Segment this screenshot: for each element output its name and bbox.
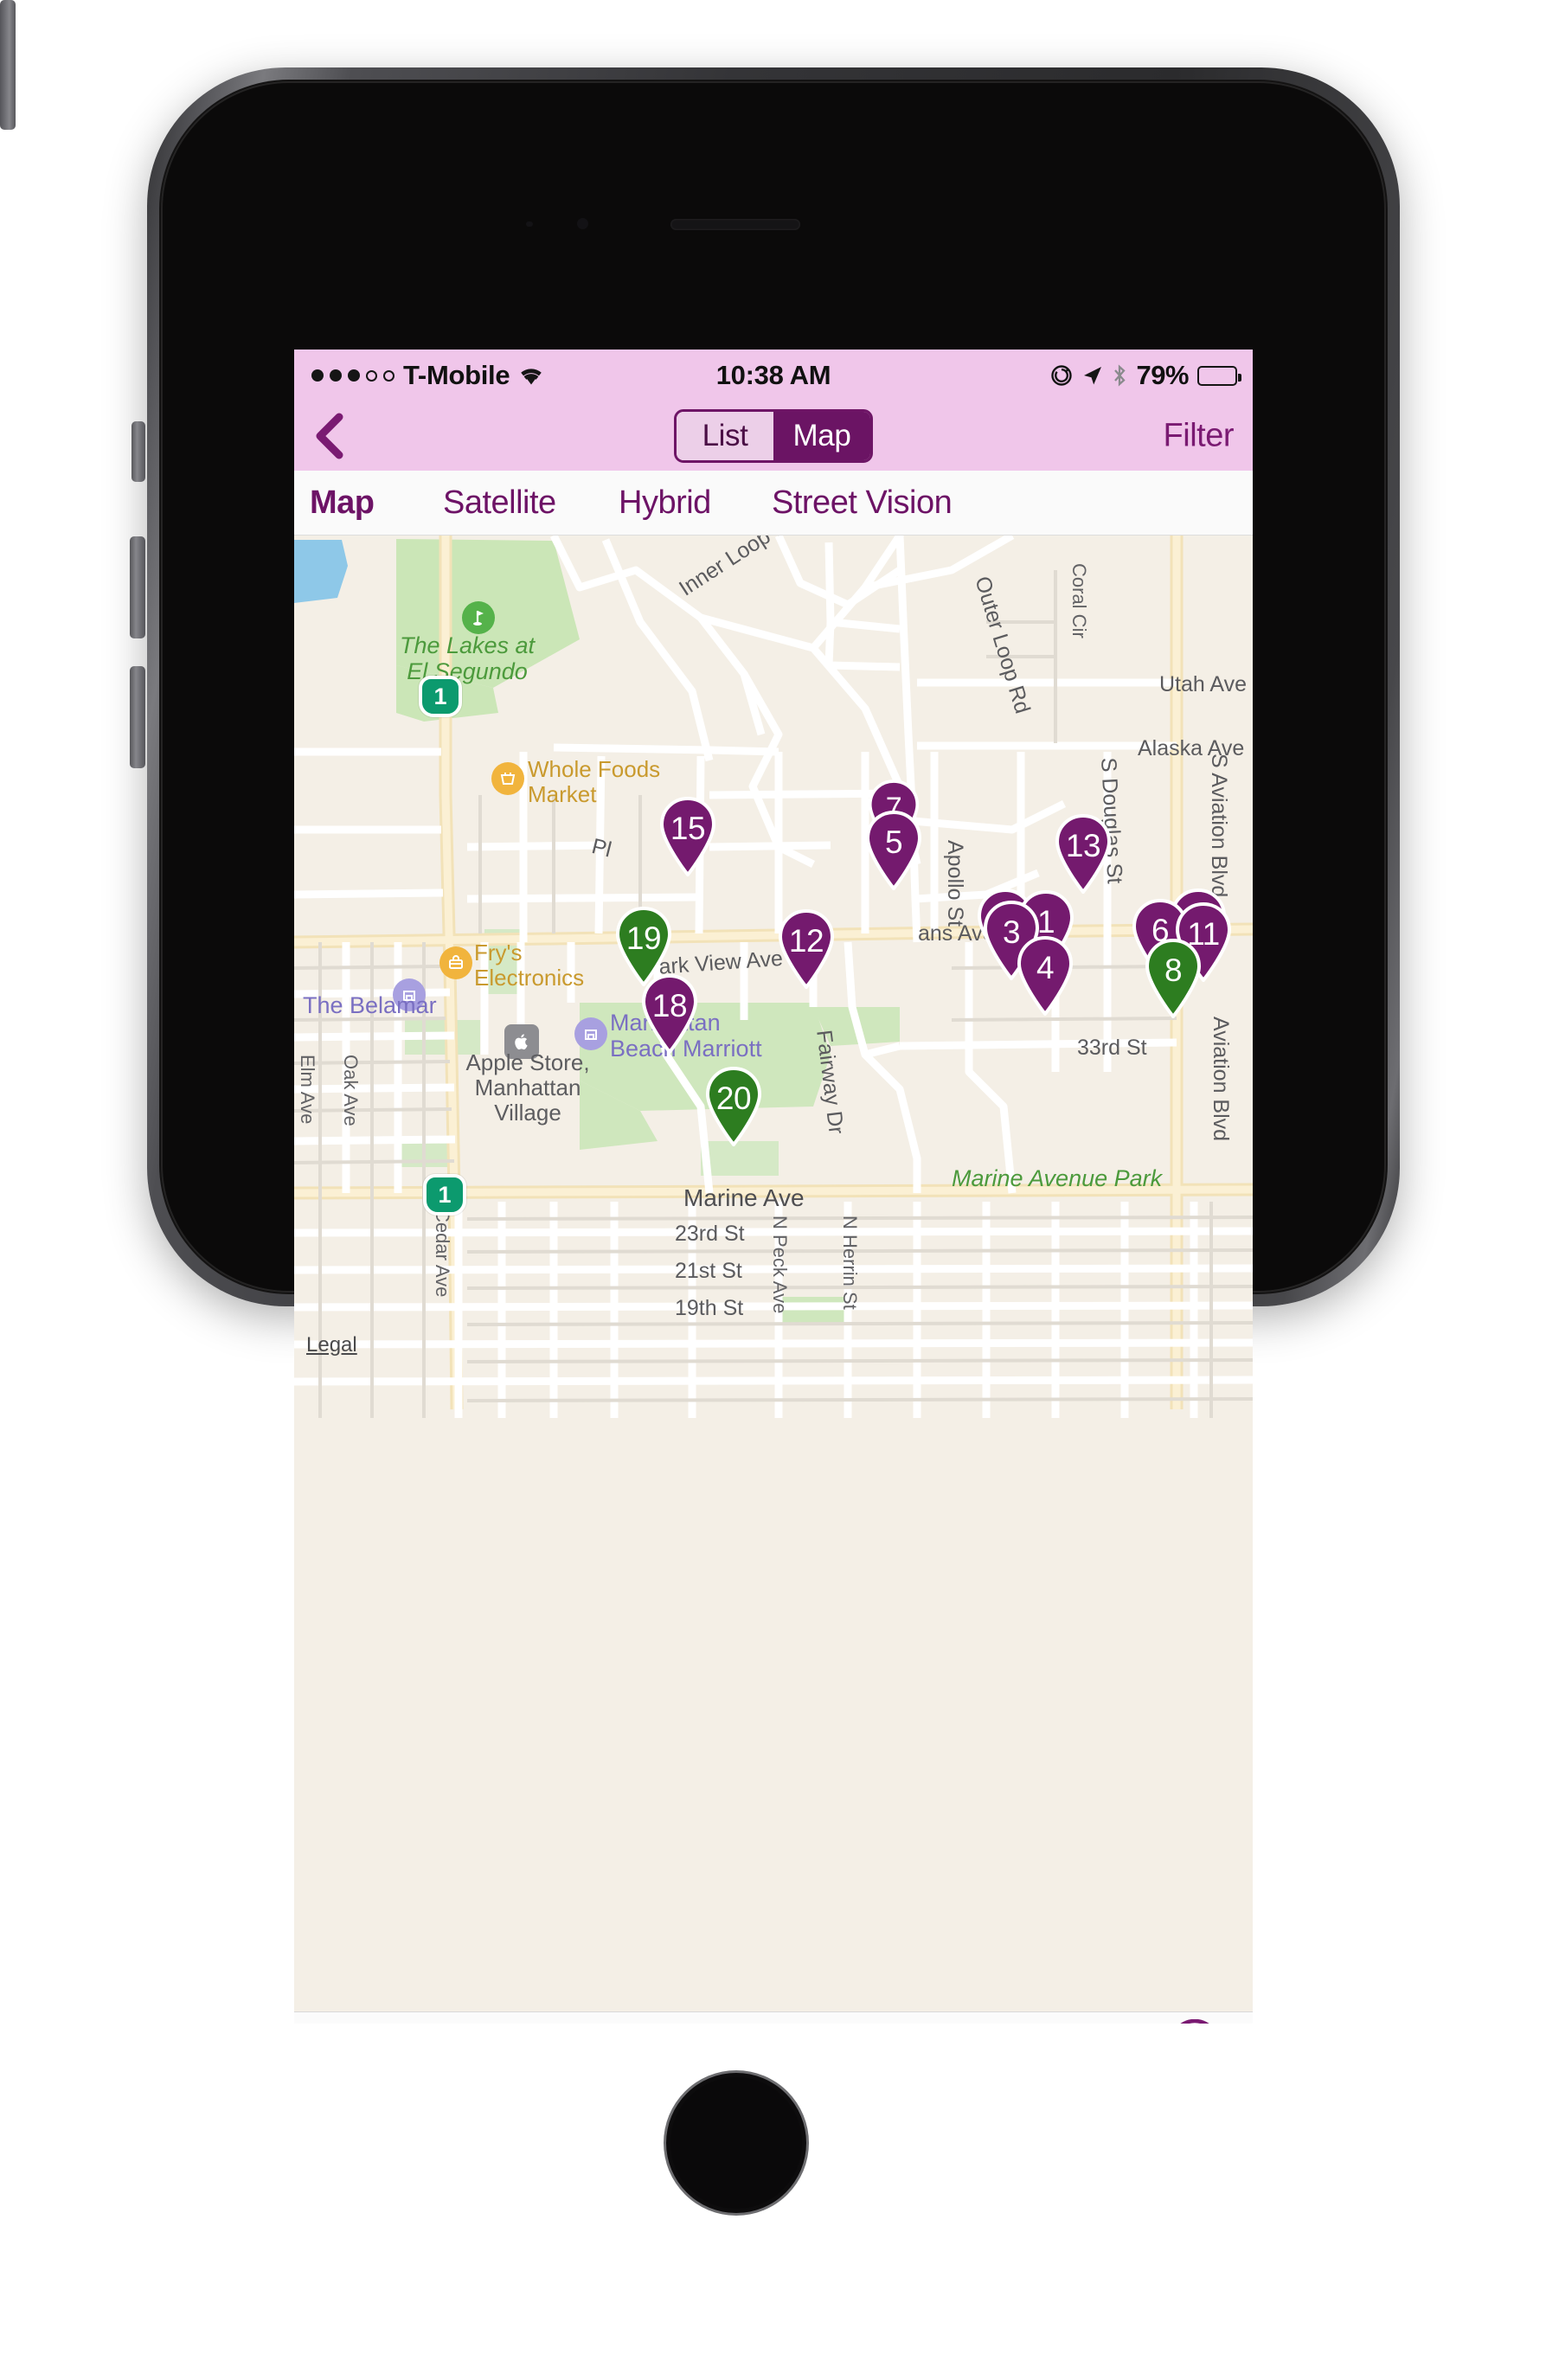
earpiece-speaker xyxy=(670,219,800,230)
hotel-icon xyxy=(393,978,426,1011)
power-button[interactable] xyxy=(0,0,16,130)
filter-button[interactable]: Filter xyxy=(1164,418,1235,455)
view-mode-segmented-control[interactable]: List Map xyxy=(674,409,873,463)
location-arrow-icon xyxy=(1081,365,1103,387)
pin-label: 15 xyxy=(670,811,706,846)
proximity-sensor-icon xyxy=(526,221,533,227)
map-pin[interactable]: 4 xyxy=(1017,936,1074,1016)
tab-satellite[interactable]: Satellite xyxy=(443,484,556,522)
hotel-icon xyxy=(574,1017,607,1050)
golf-icon xyxy=(462,601,495,634)
segment-list[interactable]: List xyxy=(677,412,773,460)
legal-link[interactable]: Legal xyxy=(306,1333,357,1357)
map-base-layer xyxy=(294,536,1253,2011)
bottom-search-bar xyxy=(294,2011,1253,2024)
apple-icon xyxy=(504,1024,539,1059)
map-pin[interactable]: 20 xyxy=(705,1067,762,1146)
pin-label: 18 xyxy=(651,988,688,1023)
map-canvas[interactable]: Inner Loop Rd Outer Loop Rd Coral Cir Ut… xyxy=(294,536,1253,2011)
pin-label: 12 xyxy=(788,923,824,959)
map-pin[interactable]: 8 xyxy=(1145,939,1202,1018)
map-pin[interactable]: 15 xyxy=(659,797,716,876)
user-avatar-icon[interactable] xyxy=(1166,2018,1223,2024)
pin-label: 19 xyxy=(625,921,662,956)
phone-screen: T-Mobile 10:38 AM 79% List Map Filter Ma… xyxy=(294,350,1253,2024)
map-pin[interactable]: 18 xyxy=(641,974,698,1054)
status-bar-right: 79% xyxy=(1050,360,1241,391)
map-type-tabs: Map Satellite Hybrid Street Vision xyxy=(294,471,1253,536)
status-bar: T-Mobile 10:38 AM 79% xyxy=(294,350,1253,401)
battery-percentage: 79% xyxy=(1136,360,1189,390)
mute-switch-button[interactable] xyxy=(132,421,145,482)
segment-map[interactable]: Map xyxy=(773,412,870,460)
tab-map[interactable]: Map xyxy=(310,484,375,522)
home-button-inner[interactable] xyxy=(670,2077,802,2209)
navigation-bar: List Map Filter xyxy=(294,401,1253,471)
tab-street-vision[interactable]: Street Vision xyxy=(772,484,953,522)
pin-label: 20 xyxy=(715,1081,752,1116)
front-camera-icon xyxy=(577,218,588,229)
back-button[interactable] xyxy=(310,412,350,460)
map-pin[interactable]: 13 xyxy=(1055,814,1112,894)
pin-label: 8 xyxy=(1164,953,1183,988)
grocery-icon xyxy=(491,762,524,795)
map-pin[interactable]: 12 xyxy=(778,909,835,989)
screenshot-root: T-Mobile 10:38 AM 79% List Map Filter Ma… xyxy=(0,0,1546,2380)
battery-icon xyxy=(1197,365,1241,386)
pin-label: 13 xyxy=(1065,828,1101,863)
volume-up-button[interactable] xyxy=(130,536,145,638)
map-pin[interactable]: 5 xyxy=(865,811,922,890)
highway-shield: 1 xyxy=(423,1174,466,1216)
rotation-lock-icon xyxy=(1050,364,1073,387)
pin-label: 5 xyxy=(884,824,903,860)
highway-shield: 1 xyxy=(419,676,462,717)
tab-hybrid[interactable]: Hybrid xyxy=(619,484,711,522)
bluetooth-icon xyxy=(1112,364,1127,387)
volume-down-button[interactable] xyxy=(130,666,145,768)
store-icon xyxy=(439,946,472,979)
pin-label: 4 xyxy=(1036,950,1055,985)
